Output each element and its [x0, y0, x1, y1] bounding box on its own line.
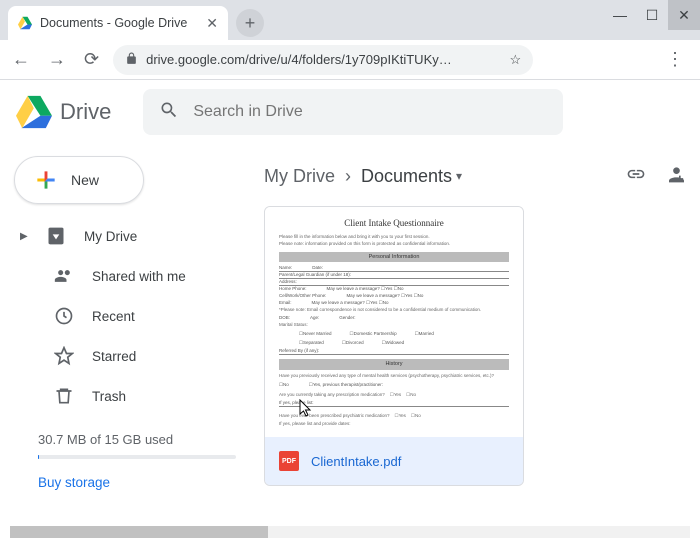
browser-tab[interactable]: Documents - Google Drive ✕ [8, 6, 228, 40]
sidebar-item-starred[interactable]: Starred [8, 336, 256, 376]
bookmark-star-icon[interactable]: ☆ [509, 52, 521, 68]
sidebar-item-label: Starred [92, 349, 136, 364]
main-area: New ▶ My Drive Shared with me Recent Sta… [0, 144, 700, 540]
clock-icon [54, 306, 74, 326]
file-thumbnail: Client Intake Questionnaire Please fill … [265, 207, 523, 437]
my-drive-icon [46, 226, 66, 246]
drive-header: Drive [0, 80, 700, 144]
storage-bar [38, 455, 236, 459]
lock-icon [125, 52, 138, 68]
address-bar[interactable]: drive.google.com/drive/u/4/folders/1y709… [113, 45, 533, 75]
trash-icon [54, 386, 74, 406]
sidebar-item-label: Shared with me [92, 269, 186, 284]
forward-button[interactable]: → [44, 45, 70, 74]
browser-menu-button[interactable]: ⋮ [658, 49, 692, 70]
window-controls: — ☐ ✕ [604, 0, 700, 30]
file-card[interactable]: Client Intake Questionnaire Please fill … [264, 206, 524, 486]
close-tab-icon[interactable]: ✕ [206, 15, 218, 32]
sidebar-item-recent[interactable]: Recent [8, 296, 256, 336]
plus-icon [33, 167, 59, 193]
sidebar-item-label: Trash [92, 389, 126, 404]
star-icon [54, 346, 74, 366]
breadcrumb-root[interactable]: My Drive [264, 166, 335, 187]
tab-title: Documents - Google Drive [40, 16, 198, 30]
sidebar-item-trash[interactable]: Trash [8, 376, 256, 416]
buy-storage-link[interactable]: Buy storage [38, 475, 236, 490]
share-icon[interactable] [664, 164, 684, 189]
sidebar-item-shared[interactable]: Shared with me [8, 256, 256, 296]
pdf-icon: PDF [279, 451, 299, 471]
get-link-icon[interactable] [626, 164, 646, 189]
sidebar-item-my-drive[interactable]: ▶ My Drive [8, 216, 256, 256]
browser-tab-strip: Documents - Google Drive ✕ + — ☐ ✕ [0, 0, 700, 40]
file-name: ClientIntake.pdf [311, 454, 401, 469]
horizontal-scrollbar[interactable] [10, 526, 690, 538]
window-minimize-button[interactable]: — [604, 0, 636, 30]
chevron-down-icon: ▾ [456, 169, 462, 183]
file-footer: PDF ClientIntake.pdf [265, 437, 523, 485]
chevron-right-icon: › [345, 166, 351, 187]
sidebar: New ▶ My Drive Shared with me Recent Sta… [0, 144, 256, 540]
breadcrumb-current[interactable]: Documents ▾ [361, 166, 462, 187]
window-close-button[interactable]: ✕ [668, 0, 700, 30]
new-tab-button[interactable]: + [236, 9, 264, 37]
search-box[interactable] [143, 89, 563, 135]
new-button-label: New [71, 172, 99, 188]
chevron-right-icon: ▶ [20, 231, 28, 242]
back-button[interactable]: ← [8, 45, 34, 74]
url-text: drive.google.com/drive/u/4/folders/1y709… [146, 52, 501, 67]
new-button[interactable]: New [14, 156, 144, 204]
sidebar-item-label: Recent [92, 309, 135, 324]
content-area: My Drive › Documents ▾ Client Intake Que… [256, 144, 700, 540]
storage-text: 30.7 MB of 15 GB used [38, 432, 236, 447]
breadcrumb: My Drive › Documents ▾ [264, 152, 684, 200]
drive-logo[interactable]: Drive [16, 94, 111, 130]
drive-product-name: Drive [60, 99, 111, 125]
sidebar-item-label: My Drive [84, 229, 137, 244]
storage-section: 30.7 MB of 15 GB used Buy storage [38, 432, 236, 490]
drive-favicon [18, 16, 32, 30]
mouse-cursor-icon [299, 399, 315, 419]
browser-toolbar: ← → ⟳ drive.google.com/drive/u/4/folders… [0, 40, 700, 80]
window-maximize-button[interactable]: ☐ [636, 0, 668, 30]
search-input[interactable] [193, 103, 547, 121]
people-icon [54, 266, 74, 286]
reload-button[interactable]: ⟳ [80, 45, 103, 74]
search-icon [159, 100, 179, 125]
